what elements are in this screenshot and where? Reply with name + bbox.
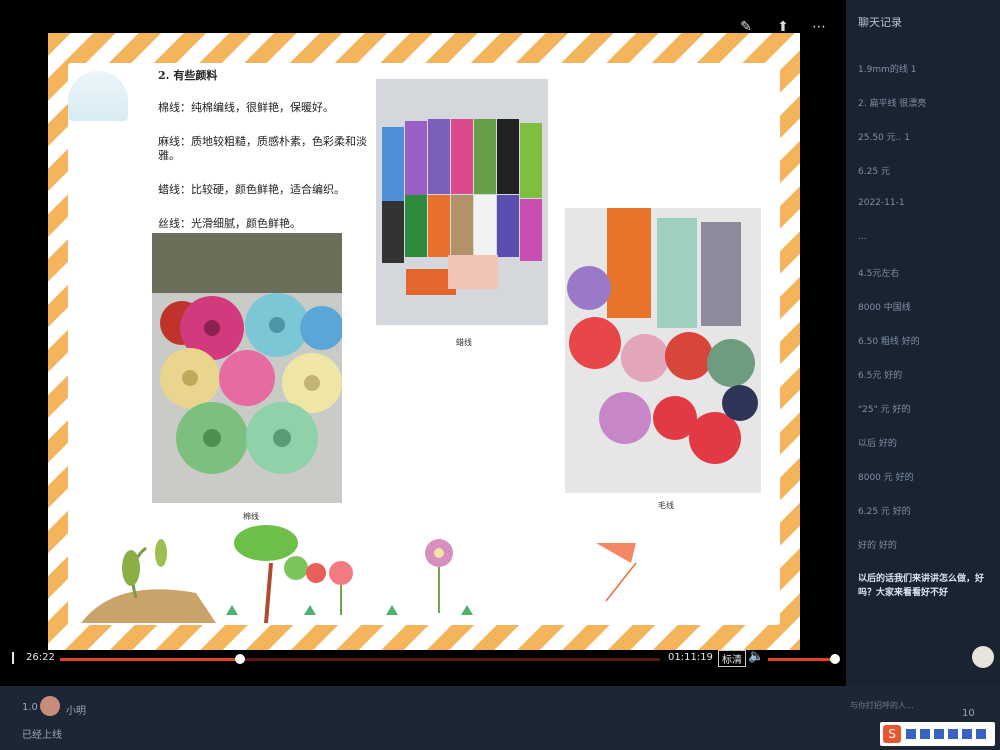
- chat-message: 6.50 粗线 好的: [858, 337, 920, 347]
- slide-line: 棉线：纯棉编线，很鲜艳，保暖好。: [158, 101, 334, 114]
- user-status: 已经上线: [22, 730, 62, 741]
- chat-message: 8000 中国线: [858, 303, 911, 313]
- user-name: 小明: [66, 706, 86, 717]
- chat-message: 4.5元左右: [858, 269, 900, 279]
- ime-punct-icon: [920, 729, 930, 739]
- chat-message: 好的 好的: [858, 541, 897, 551]
- slide-content: 2. 有些颜料 棉线：纯棉编线，很鲜艳，保暖好。 麻线：质地较粗糙，质感朴素，色…: [68, 63, 780, 625]
- chat-message: 2. 扁平线 很漂亮: [858, 99, 927, 109]
- quality-button[interactable]: 标清: [718, 650, 746, 667]
- bottom-bar: 1.0 小明 已经上线 与你打招呼的人... 10: [0, 686, 1000, 750]
- chat-message: 6.25 元: [858, 167, 890, 177]
- more-icon[interactable]: ⋯: [808, 16, 830, 38]
- slide-line: 蜡线：比较硬，颜色鲜艳，适合编织。: [158, 183, 345, 196]
- ime-voice-icon: [948, 729, 958, 739]
- pen-icon[interactable]: ✎: [735, 16, 757, 38]
- total-time: 01:11:19: [668, 652, 713, 663]
- cloud-decoration: [68, 71, 128, 121]
- volume-handle[interactable]: [830, 654, 840, 664]
- chat-message: "25" 元 好的: [858, 405, 911, 415]
- ime-toolbox-icon: [962, 729, 972, 739]
- photo-caption: 毛线: [658, 501, 674, 510]
- chat-message: 6.25 元 好的: [858, 507, 911, 517]
- progress-bar[interactable]: [60, 654, 660, 664]
- wool-yarn-photo: [565, 208, 761, 493]
- slide-heading: 2. 有些颜料: [158, 69, 218, 82]
- chat-message: 以后 好的: [858, 439, 897, 449]
- ime-mode-icon: [906, 729, 916, 739]
- slide-frame: 2. 有些颜料 棉线：纯棉编线，很鲜艳，保暖好。 麻线：质地较粗糙，质感朴素，色…: [48, 33, 800, 650]
- player-controls: ❙ 26:22 01:11:19 标清 🔈: [0, 648, 846, 686]
- chat-message: 8000 元 好的: [858, 473, 914, 483]
- assistant-avatar[interactable]: [972, 646, 994, 668]
- chat-sidebar: 聊天记录 1.9mm的线 1 2. 扁平线 很漂亮 25.50 元.. 1 6.…: [846, 0, 1000, 686]
- waxed-thread-photo: [376, 79, 548, 325]
- sogou-ime-badge[interactable]: S: [880, 722, 995, 746]
- cotton-yarn-photo: [152, 233, 342, 503]
- progress-played: [60, 658, 240, 661]
- chat-input-hint[interactable]: 与你打招呼的人...: [850, 700, 914, 711]
- stat-label: 1.0: [22, 702, 38, 713]
- chat-message: 6.5元 好的: [858, 371, 903, 381]
- garden-decoration: [81, 525, 637, 623]
- volume-icon[interactable]: 🔈: [748, 649, 764, 664]
- chat-message: 1.9mm的线 1: [858, 65, 917, 75]
- chat-message: ...: [858, 232, 867, 242]
- chat-title: 聊天记录: [858, 16, 902, 29]
- ime-emoji-icon: [934, 729, 944, 739]
- slide-line: 麻线：质地较粗糙，质感朴素，色彩柔和淡雅。: [158, 135, 367, 162]
- current-time: 26:22: [26, 652, 55, 663]
- volume-slider[interactable]: [768, 654, 840, 664]
- progress-handle[interactable]: [235, 654, 245, 664]
- photo-caption: 蜡线: [456, 338, 472, 347]
- chat-message-highlight: 以后的话我们来讲讲怎么做，好吗？大家来看看好不好: [858, 574, 985, 598]
- video-area[interactable]: 2. 有些颜料 棉线：纯棉编线，很鲜艳，保暖好。 麻线：质地较粗糙，质感朴素，色…: [0, 0, 846, 686]
- pause-icon[interactable]: ❙: [8, 650, 18, 664]
- ime-logo-icon: S: [883, 725, 901, 743]
- chat-message: 25.50 元.. 1: [858, 133, 910, 143]
- user-avatar[interactable]: [40, 696, 60, 716]
- photo-caption: 棉线: [243, 512, 259, 521]
- slide-line: 丝线：光滑细腻，颜色鲜艳。: [158, 217, 301, 230]
- ime-skin-icon: [976, 729, 986, 739]
- share-icon[interactable]: ⬆: [772, 16, 794, 38]
- viewer-count: 10: [962, 708, 975, 719]
- slide-text: 2. 有些颜料 棉线：纯棉编线，很鲜艳，保暖好。 麻线：质地较粗糙，质感朴素，色…: [158, 69, 378, 251]
- chat-message: 2022-11-1: [858, 198, 905, 208]
